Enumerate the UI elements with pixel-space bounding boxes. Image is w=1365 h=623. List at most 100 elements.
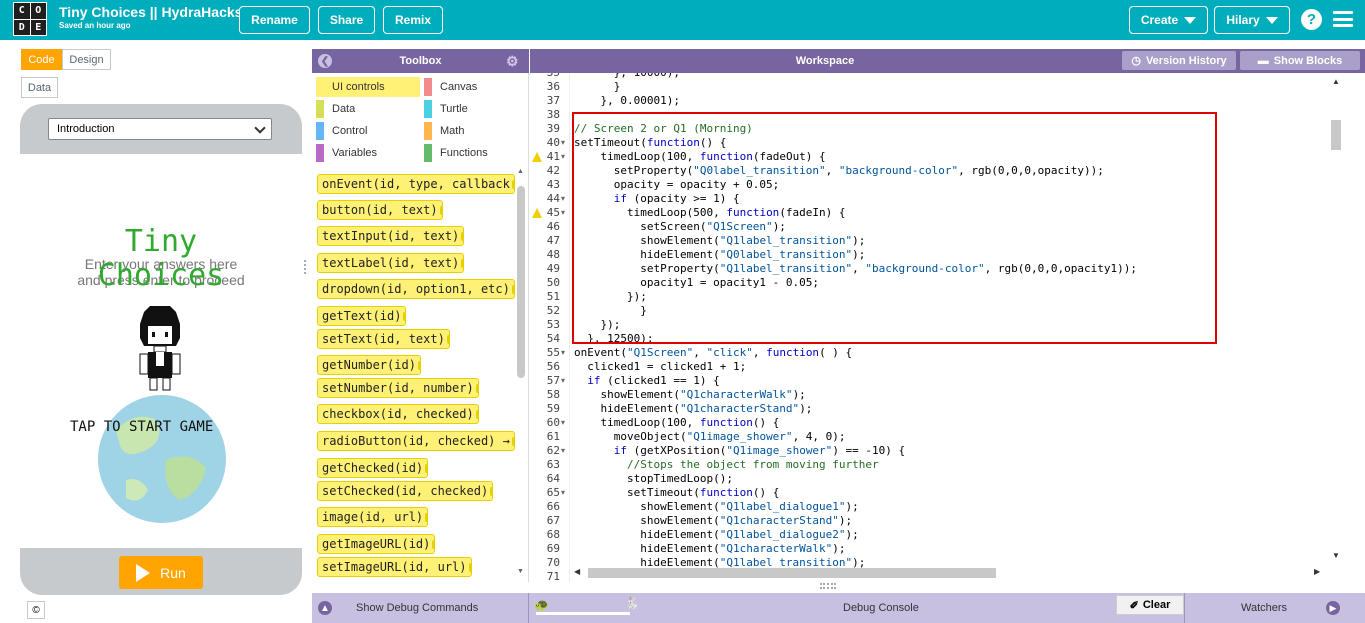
block-checkbox[interactable]: checkbox(id, checked) xyxy=(317,404,479,424)
screen-selector[interactable]: Introduction xyxy=(48,118,272,140)
scroll-up-icon[interactable]: ▲ xyxy=(1332,77,1340,86)
data-tab[interactable]: Data xyxy=(21,77,58,98)
palette-scrollbar[interactable]: ▲ ▼ xyxy=(515,168,527,580)
clear-label: Clear xyxy=(1142,599,1171,611)
code-line[interactable]: stopTimedLoop(); xyxy=(574,472,733,486)
code-line[interactable]: hideElement("Q1characterWalk"); xyxy=(574,542,845,556)
code-line[interactable]: setTimeout(function() { xyxy=(574,486,779,500)
block-gettext[interactable]: getText(id) xyxy=(317,306,407,326)
help-icon[interactable]: ? xyxy=(1301,9,1322,30)
code-line[interactable]: moveObject("Q1image_shower", 4, 0); xyxy=(574,430,846,444)
block-image[interactable]: image(id, url) xyxy=(317,507,429,527)
fold-toggle-icon[interactable]: ▾ xyxy=(561,486,569,500)
code-line[interactable]: timedLoop(100, function() { xyxy=(574,416,779,430)
block-getimageurl[interactable]: getImageURL(id) xyxy=(317,534,436,554)
fold-toggle-icon[interactable]: ▾ xyxy=(561,444,569,458)
block-textlabel[interactable]: textLabel(id, text) xyxy=(317,253,465,273)
code-line[interactable]: showElement("Q1characterStand"); xyxy=(574,514,852,528)
fold-toggle-icon[interactable]: ▾ xyxy=(561,374,569,388)
palette-scroll-thumb[interactable] xyxy=(517,186,525,378)
editor-horizontal-scrollbar[interactable]: ◀ ▶ xyxy=(574,566,1334,580)
user-menu-button[interactable]: Hilary xyxy=(1214,6,1290,34)
speed-slider[interactable] xyxy=(536,612,630,615)
title-choices: Choices xyxy=(97,258,225,293)
logo-letter: O xyxy=(30,3,46,19)
scroll-down-icon[interactable]: ▼ xyxy=(1332,551,1340,560)
editor-hscroll-thumb[interactable] xyxy=(588,568,996,578)
fold-toggle-icon[interactable]: ▾ xyxy=(561,150,569,164)
hamburger-icon[interactable] xyxy=(1333,11,1353,27)
show-blocks-button[interactable]: ▬ Show Blocks xyxy=(1240,51,1360,70)
chevron-right-icon[interactable]: ▶ xyxy=(1326,601,1340,615)
category-variables[interactable]: Variables xyxy=(316,143,377,163)
show-debug-commands[interactable]: Show Debug Commands xyxy=(356,593,478,623)
design-mode-tab[interactable]: Design xyxy=(62,49,111,70)
category-data[interactable]: Data xyxy=(316,99,355,119)
panel-resize-handle[interactable] xyxy=(304,260,308,274)
chevron-up-icon[interactable]: ▲ xyxy=(318,601,332,615)
code-line[interactable]: if (getXPosition("Q1image_shower") == -1… xyxy=(574,444,905,458)
line-number: 65 xyxy=(546,486,560,499)
block-dropdown[interactable]: dropdown(id, option1, etc) xyxy=(317,279,515,299)
gear-icon[interactable]: ⚙ xyxy=(506,53,519,70)
line-number: 35 xyxy=(530,73,560,80)
scroll-right-icon[interactable]: ▶ xyxy=(1314,567,1320,576)
warning-icon[interactable] xyxy=(532,152,542,162)
block-getchecked[interactable]: getChecked(id) xyxy=(317,458,429,478)
block-setchecked[interactable]: setChecked(id, checked) xyxy=(317,481,494,501)
tap-to-start-label[interactable]: TAP TO START GAME xyxy=(70,419,213,435)
block-textinput[interactable]: textInput(id, text) xyxy=(317,226,465,246)
code-line[interactable]: showElement("Q1characterWalk"); xyxy=(574,388,805,402)
fold-toggle-icon[interactable]: ▾ xyxy=(561,416,569,430)
code-line[interactable]: onEvent("Q1Screen", "click", function( )… xyxy=(574,346,852,360)
code-line[interactable]: hideElement("Q1characterStand"); xyxy=(574,402,812,416)
warning-icon[interactable] xyxy=(532,208,542,218)
version-history-button[interactable]: ◷ Version History xyxy=(1122,51,1236,70)
block-setimageurl[interactable]: setImageURL(id, url) xyxy=(317,557,472,577)
remix-button[interactable]: Remix xyxy=(383,6,443,34)
scroll-up-icon[interactable]: ▲ xyxy=(517,168,524,175)
category-control[interactable]: Control xyxy=(316,121,367,141)
top-bar: C O D E Tiny Choices || HydraHacks Saved… xyxy=(0,0,1365,40)
category-turtle[interactable]: Turtle xyxy=(424,99,468,119)
block-settext[interactable]: setText(id, text) xyxy=(317,329,450,349)
debug-resize-handle[interactable] xyxy=(820,583,836,589)
code-line[interactable]: hideElement("Q1label_dialogue2"); xyxy=(574,528,859,542)
clear-console-button[interactable]: ✐ Clear xyxy=(1116,595,1184,615)
play-icon xyxy=(136,563,151,582)
category-canvas[interactable]: Canvas xyxy=(424,77,477,97)
create-menu-button[interactable]: Create xyxy=(1129,6,1208,34)
fold-toggle-icon[interactable]: ▾ xyxy=(561,192,569,206)
code-org-logo[interactable]: C O D E xyxy=(13,2,47,36)
code-line[interactable]: }, 10000); xyxy=(574,73,680,80)
code-line[interactable]: } xyxy=(574,80,621,94)
run-button[interactable]: Run xyxy=(119,556,203,589)
share-button[interactable]: Share xyxy=(318,6,375,34)
rabbit-fast-icon: 🐇 xyxy=(624,596,639,610)
editor-vertical-scrollbar[interactable]: ▲ ▼ xyxy=(1329,75,1343,567)
editor-scroll-thumb[interactable] xyxy=(1331,120,1341,150)
fold-toggle-icon[interactable]: ▾ xyxy=(561,136,569,150)
copyright-icon[interactable]: © xyxy=(27,601,45,619)
category-functions[interactable]: Functions xyxy=(424,143,488,163)
code-line[interactable]: }, 0.00001); xyxy=(574,94,679,108)
code-line[interactable]: clicked1 = clicked1 + 1; xyxy=(574,360,746,374)
code-mode-tab[interactable]: Code xyxy=(21,49,62,70)
category-math[interactable]: Math xyxy=(424,121,464,141)
code-line[interactable]: showElement("Q1label_dialogue1"); xyxy=(574,500,859,514)
block-setnumber[interactable]: setNumber(id, number) xyxy=(317,378,479,398)
block-button[interactable]: button(id, text) xyxy=(317,200,443,220)
block-radiobutton[interactable]: radioButton(id, checked) → xyxy=(317,431,515,451)
app-screen[interactable]: Enter your answers here and press enter … xyxy=(20,154,302,548)
block-onevent[interactable]: onEvent(id, type, callback xyxy=(317,174,515,194)
block-getnumber[interactable]: getNumber(id) xyxy=(317,355,421,375)
rename-button[interactable]: Rename xyxy=(239,6,310,34)
category-ui-controls[interactable]: UI controls xyxy=(316,77,420,97)
scroll-left-icon[interactable]: ◀ xyxy=(574,567,580,576)
scroll-down-icon[interactable]: ▼ xyxy=(517,568,524,575)
line-number: 43 xyxy=(546,178,560,191)
code-line[interactable]: //Stops the object from moving further xyxy=(574,458,879,472)
code-line[interactable]: if (clicked1 == 1) { xyxy=(574,374,719,388)
fold-toggle-icon[interactable]: ▾ xyxy=(561,206,569,220)
fold-toggle-icon[interactable]: ▾ xyxy=(561,346,569,360)
